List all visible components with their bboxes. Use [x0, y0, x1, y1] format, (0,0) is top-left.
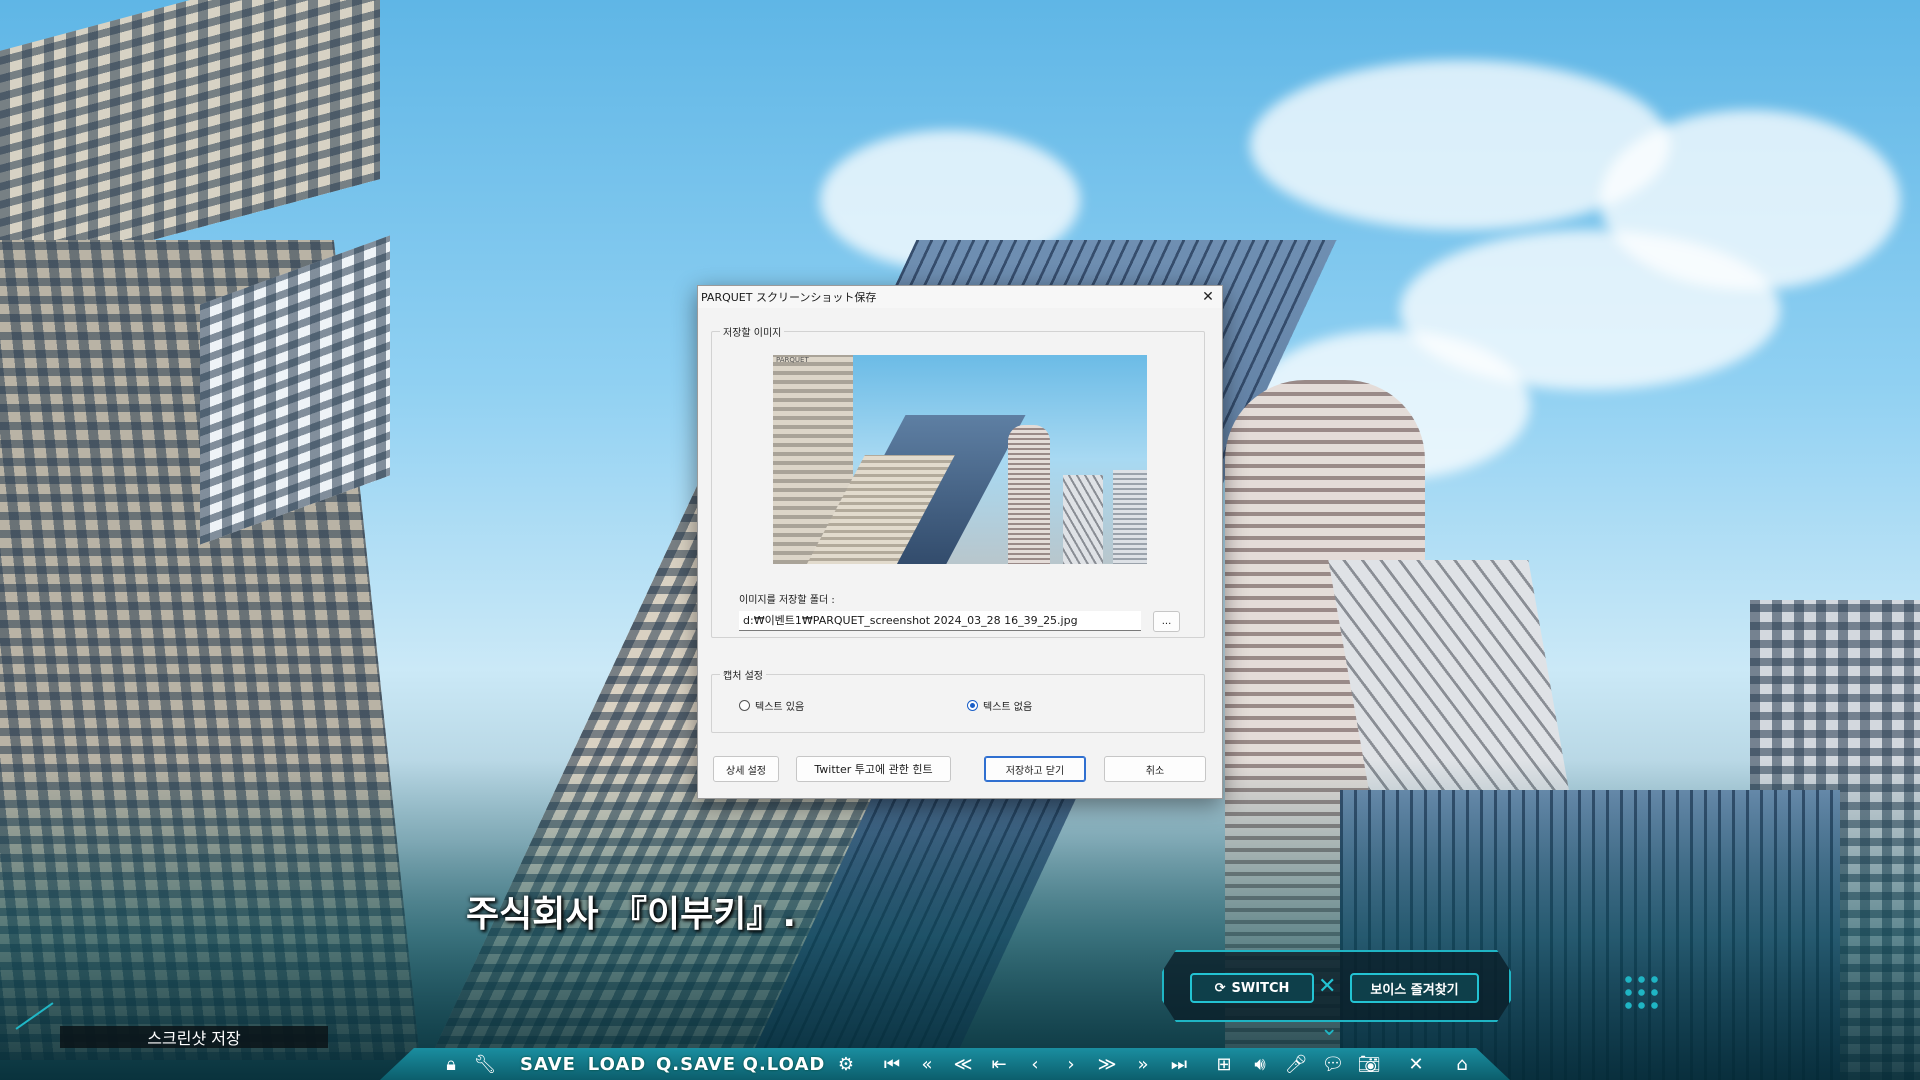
screenshot-notice: 스크린샷 저장 — [60, 1026, 328, 1048]
speaker-icon[interactable]: 🔊︎ — [1247, 1051, 1273, 1077]
camera-icon[interactable]: 📷︎ — [1356, 1051, 1382, 1077]
next-choice-icon[interactable]: ⏭ — [1166, 1051, 1192, 1077]
dialog-titlebar: PARQUET スクリーンショット保存 ✕ — [698, 286, 1222, 308]
microphone-icon[interactable]: 🎤︎ — [1283, 1051, 1309, 1077]
twitter-tips-button[interactable]: Twitter 투고에 관한 힌트 — [796, 756, 951, 782]
quick-save-button[interactable]: Q.SAVE — [656, 1051, 736, 1077]
rewind-icon[interactable]: ≪ — [950, 1051, 976, 1077]
dialogue-text: 주식회사 『이부키』. — [466, 894, 797, 935]
skip-forward-icon[interactable]: » — [1130, 1051, 1156, 1077]
cloud — [1600, 110, 1900, 290]
forward-icon[interactable]: › — [1058, 1051, 1084, 1077]
save-and-close-button[interactable]: 저장하고 닫기 — [984, 756, 1086, 782]
screenshot-save-dialog: PARQUET スクリーンショット保存 ✕ 저장할 이미지 PARQUET 이미… — [697, 285, 1223, 799]
radio-with-text-label: 텍스트 있음 — [755, 702, 805, 713]
screenshot-preview: PARQUET — [773, 355, 1147, 564]
lock-icon[interactable]: 🔒︎ — [438, 1051, 464, 1077]
radio-with-text-dot[interactable] — [739, 700, 750, 711]
chat-log-icon[interactable]: 💬︎ — [1320, 1051, 1346, 1077]
voice-favorite-label: 보이스 즐겨찾기 — [1370, 982, 1459, 998]
skip-back-icon[interactable]: ⏮ — [879, 1051, 905, 1077]
voice-favorite-button[interactable]: 보이스 즐겨찾기 — [1350, 973, 1479, 1003]
dialog-title: PARQUET スクリーンショット保存 — [701, 291, 877, 304]
back-icon[interactable]: ‹ — [1022, 1051, 1048, 1077]
quick-load-button[interactable]: Q.LOAD — [743, 1051, 825, 1077]
browse-button[interactable]: ... — [1153, 611, 1180, 632]
wrench-icon[interactable]: 🔧︎ — [472, 1051, 498, 1077]
close-icon[interactable]: ✕ — [1194, 286, 1222, 308]
radio-with-text[interactable]: 텍스트 있음 — [739, 698, 804, 713]
chevron-down-icon[interactable]: ⌄ — [1320, 1016, 1338, 1041]
rewind-fast-icon[interactable]: « — [914, 1051, 940, 1077]
path-input[interactable]: d:₩이벤트1₩PARQUET_screenshot 2024_03_28 16… — [739, 611, 1141, 631]
home-icon[interactable]: ⌂ — [1449, 1051, 1475, 1077]
switch-label: SWITCH — [1231, 980, 1290, 996]
flowchart-icon[interactable]: ⊞ — [1211, 1051, 1237, 1077]
radio-without-text-dot[interactable] — [967, 700, 978, 711]
cancel-button[interactable]: 취소 — [1104, 756, 1206, 782]
folder-label: 이미지를 저장할 폴더 : — [739, 595, 835, 606]
switch-button[interactable]: ⟳ SWITCH — [1190, 973, 1314, 1003]
save-button[interactable]: SAVE — [518, 1051, 578, 1077]
advanced-settings-button[interactable]: 상세 설정 — [713, 756, 779, 782]
menu-dots-icon[interactable] — [1622, 973, 1662, 1013]
capture-group-label: 캡처 설정 — [720, 667, 766, 682]
radio-without-text-label: 텍스트 없음 — [983, 702, 1033, 713]
gear-icon[interactable]: ⚙ — [833, 1051, 859, 1077]
close-icon[interactable]: ✕ — [1403, 1051, 1429, 1077]
refresh-icon: ⟳ — [1214, 980, 1226, 996]
preview-logo: PARQUET — [776, 356, 809, 364]
fast-forward-icon[interactable]: ≫ — [1094, 1051, 1120, 1077]
image-group-label: 저장할 이미지 — [720, 324, 785, 339]
crosshair-icon: ✕ — [1318, 974, 1337, 999]
radio-without-text[interactable]: 텍스트 없음 — [967, 698, 1032, 713]
building — [0, 0, 380, 281]
prev-choice-icon[interactable]: ⇤ — [986, 1051, 1012, 1077]
load-button[interactable]: LOAD — [586, 1051, 648, 1077]
